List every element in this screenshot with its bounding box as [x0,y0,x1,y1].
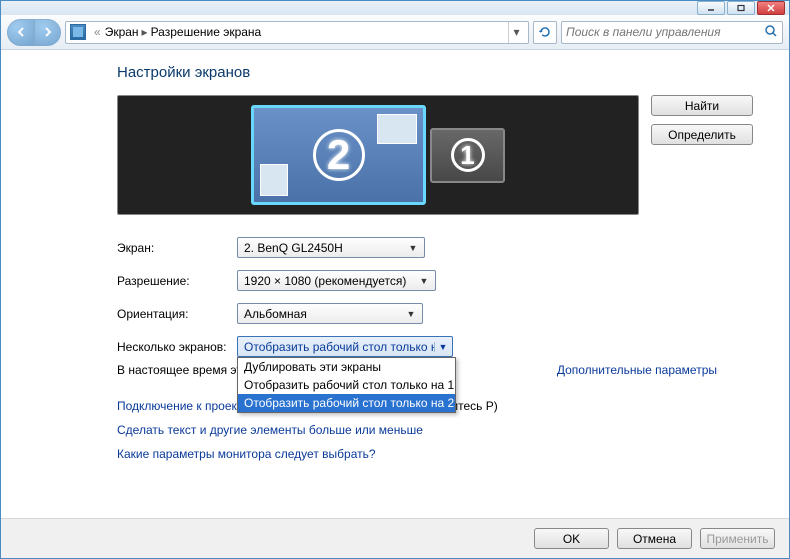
orientation-label: Ориентация: [117,307,237,321]
display-label: Экран: [117,241,237,255]
toolbar: « Экран ▸ Разрешение экрана ▾ [1,15,789,50]
window-thumb-icon [377,114,417,144]
close-button[interactable] [757,1,785,15]
breadcrumb-prefix: « [94,25,101,39]
chevron-down-icon: ▼ [404,309,418,319]
combo-value: Альбомная [244,307,404,321]
monitor-number: 2 [313,129,365,181]
maximize-button[interactable] [727,1,755,15]
search-box[interactable] [561,21,783,44]
chevron-down-icon: ▼ [406,243,420,253]
refresh-button[interactable] [533,21,557,44]
control-panel-window: « Экран ▸ Разрешение экрана ▾ Настройки … [0,0,790,559]
multiple-displays-label: Несколько экранов: [117,340,237,354]
display-icon [70,24,86,40]
titlebar [1,1,789,15]
forward-button[interactable] [34,19,61,46]
orientation-combo[interactable]: Альбомная ▼ [237,303,423,324]
display-combo[interactable]: 2. BenQ GL2450H ▼ [237,237,425,258]
apply-button[interactable]: Применить [700,528,775,549]
dialog-footer: OK Отмена Применить [1,518,789,558]
combo-value: 1920 × 1080 (рекомендуется) [244,274,417,288]
breadcrumb-item[interactable]: Разрешение экрана [151,25,262,39]
chevron-down-icon: ▼ [434,342,448,352]
breadcrumb-item[interactable]: Экран [105,25,139,39]
multiple-displays-combo[interactable]: Отобразить рабочий стол только на 2 ▼ Ду… [237,336,453,357]
monitor-number: 1 [451,138,485,172]
search-icon[interactable] [764,24,778,41]
multiple-displays-dropdown: Дублировать эти экраны Отобразить рабочи… [237,357,456,413]
monitor-preview[interactable]: 2 1 [117,95,639,215]
window-thumb-icon [260,164,288,196]
monitor-1[interactable]: 1 [430,128,505,183]
dropdown-option-duplicate[interactable]: Дублировать эти экраны [238,358,455,376]
breadcrumb[interactable]: « Экран ▸ Разрешение экрана ▾ [65,21,529,44]
minimize-button[interactable] [697,1,725,15]
chevron-right-icon: ▸ [142,25,148,39]
combo-value: Отобразить рабочий стол только на 2 [244,340,434,354]
page-title: Настройки экранов [117,64,753,81]
content-area: Настройки экранов 2 1 Найти Определить Э… [1,50,789,481]
back-button[interactable] [7,19,34,46]
resolution-label: Разрешение: [117,274,237,288]
detect-button[interactable]: Найти [651,95,753,116]
which-monitor-link[interactable]: Какие параметры монитора следует выбрать… [117,447,376,461]
text-size-link[interactable]: Сделать текст и другие элементы больше и… [117,423,423,437]
cancel-button[interactable]: Отмена [617,528,692,549]
ok-button[interactable]: OK [534,528,609,549]
dropdown-option-show-on-1[interactable]: Отобразить рабочий стол только на 1 [238,376,455,394]
resolution-combo[interactable]: 1920 × 1080 (рекомендуется) ▼ [237,270,436,291]
chevron-down-icon: ▼ [417,276,431,286]
dropdown-option-show-on-2[interactable]: Отобразить рабочий стол только на 2 [238,394,455,412]
search-input[interactable] [566,25,764,39]
combo-value: 2. BenQ GL2450H [244,241,406,255]
chevron-down-icon[interactable]: ▾ [508,22,524,43]
advanced-settings-link[interactable]: Дополнительные параметры [557,363,717,377]
note-text: В настоящее время эт [117,363,242,377]
identify-button[interactable]: Определить [651,124,753,145]
monitor-2[interactable]: 2 [251,105,426,205]
